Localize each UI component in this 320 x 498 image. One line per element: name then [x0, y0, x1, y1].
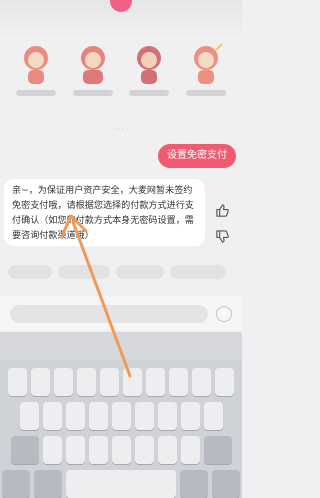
- keyboard-key[interactable]: [19, 402, 39, 430]
- keyboard-row: [0, 436, 242, 464]
- keyboard-key[interactable]: [88, 402, 108, 430]
- keyboard-key[interactable]: [134, 402, 154, 430]
- quick-reply-chip[interactable]: [8, 265, 52, 279]
- space-key[interactable]: [66, 470, 176, 498]
- sticker-caption: [185, 90, 226, 96]
- sticker-character-icon: [193, 43, 223, 84]
- thumbs-up-icon: [215, 203, 229, 217]
- sticker-caption: [129, 90, 170, 96]
- keyboard-key[interactable]: [146, 368, 165, 396]
- keyboard-row: [0, 368, 242, 396]
- shift-key[interactable]: [10, 436, 39, 464]
- keyboard-row: [0, 402, 242, 430]
- add-icon[interactable]: [216, 306, 232, 322]
- thumbs-down-button[interactable]: [212, 226, 232, 246]
- quick-reply-chip[interactable]: [170, 265, 226, 279]
- keyboard-key[interactable]: [65, 436, 85, 464]
- keyboard-key[interactable]: [180, 436, 200, 464]
- sticker-character-icon: [80, 46, 105, 84]
- backspace-key[interactable]: [203, 436, 232, 464]
- keyboard-key[interactable]: [8, 368, 27, 396]
- keyboard-key[interactable]: [157, 402, 177, 430]
- keyboard-key[interactable]: [42, 436, 62, 464]
- message-input[interactable]: [10, 305, 208, 323]
- keyboard-key[interactable]: [88, 436, 108, 464]
- sticker-row: [0, 42, 242, 112]
- quick-reply-row: [0, 258, 242, 286]
- sticker-item[interactable]: [125, 42, 173, 96]
- keyboard-candidate-bar: [0, 332, 242, 360]
- quick-reply-chip[interactable]: [116, 265, 164, 279]
- sticker-item[interactable]: [182, 42, 230, 96]
- sticker-item[interactable]: [12, 42, 60, 96]
- keyboard-key[interactable]: [54, 368, 73, 396]
- quick-reply-chip[interactable]: [58, 265, 110, 279]
- keyboard-key[interactable]: [192, 368, 211, 396]
- sticker-item[interactable]: [69, 42, 117, 96]
- keyboard-key[interactable]: [169, 368, 188, 396]
- sticker-caption: [72, 90, 113, 96]
- sticker-character-icon: [24, 46, 49, 84]
- symbol-key[interactable]: [2, 470, 30, 498]
- keyboard-key[interactable]: [111, 402, 131, 430]
- keyboard-row: [0, 470, 242, 498]
- keyboard-key[interactable]: [157, 436, 177, 464]
- keyboard-key[interactable]: [134, 436, 154, 464]
- reply-bubble: 亲~，为保证用户资产安全，大麦网暂未签约免密支付哦，请根据您选择的付款方式进行支…: [4, 179, 205, 246]
- sticker-caption: [16, 90, 57, 96]
- keyboard-key[interactable]: [215, 368, 234, 396]
- keyboard-key[interactable]: [77, 368, 96, 396]
- thumbs-down-icon: [215, 229, 229, 243]
- keyboard-key[interactable]: [100, 368, 119, 396]
- language-key[interactable]: [180, 470, 208, 498]
- keyboard-key[interactable]: [123, 368, 142, 396]
- keyboard-key[interactable]: [31, 368, 50, 396]
- sticker-character-icon: [137, 46, 162, 84]
- keyboard-key[interactable]: [111, 436, 131, 464]
- return-key[interactable]: [212, 470, 240, 498]
- thumbs-up-button[interactable]: [212, 200, 232, 220]
- keyboard-key[interactable]: [203, 402, 223, 430]
- message-divider: ···: [114, 125, 125, 134]
- keyboard-key[interactable]: [180, 402, 200, 430]
- globe-key[interactable]: [34, 470, 62, 498]
- set-password-free-button[interactable]: 设置免密支付: [158, 144, 236, 168]
- keyboard-key[interactable]: [42, 402, 62, 430]
- keyboard-key[interactable]: [65, 402, 85, 430]
